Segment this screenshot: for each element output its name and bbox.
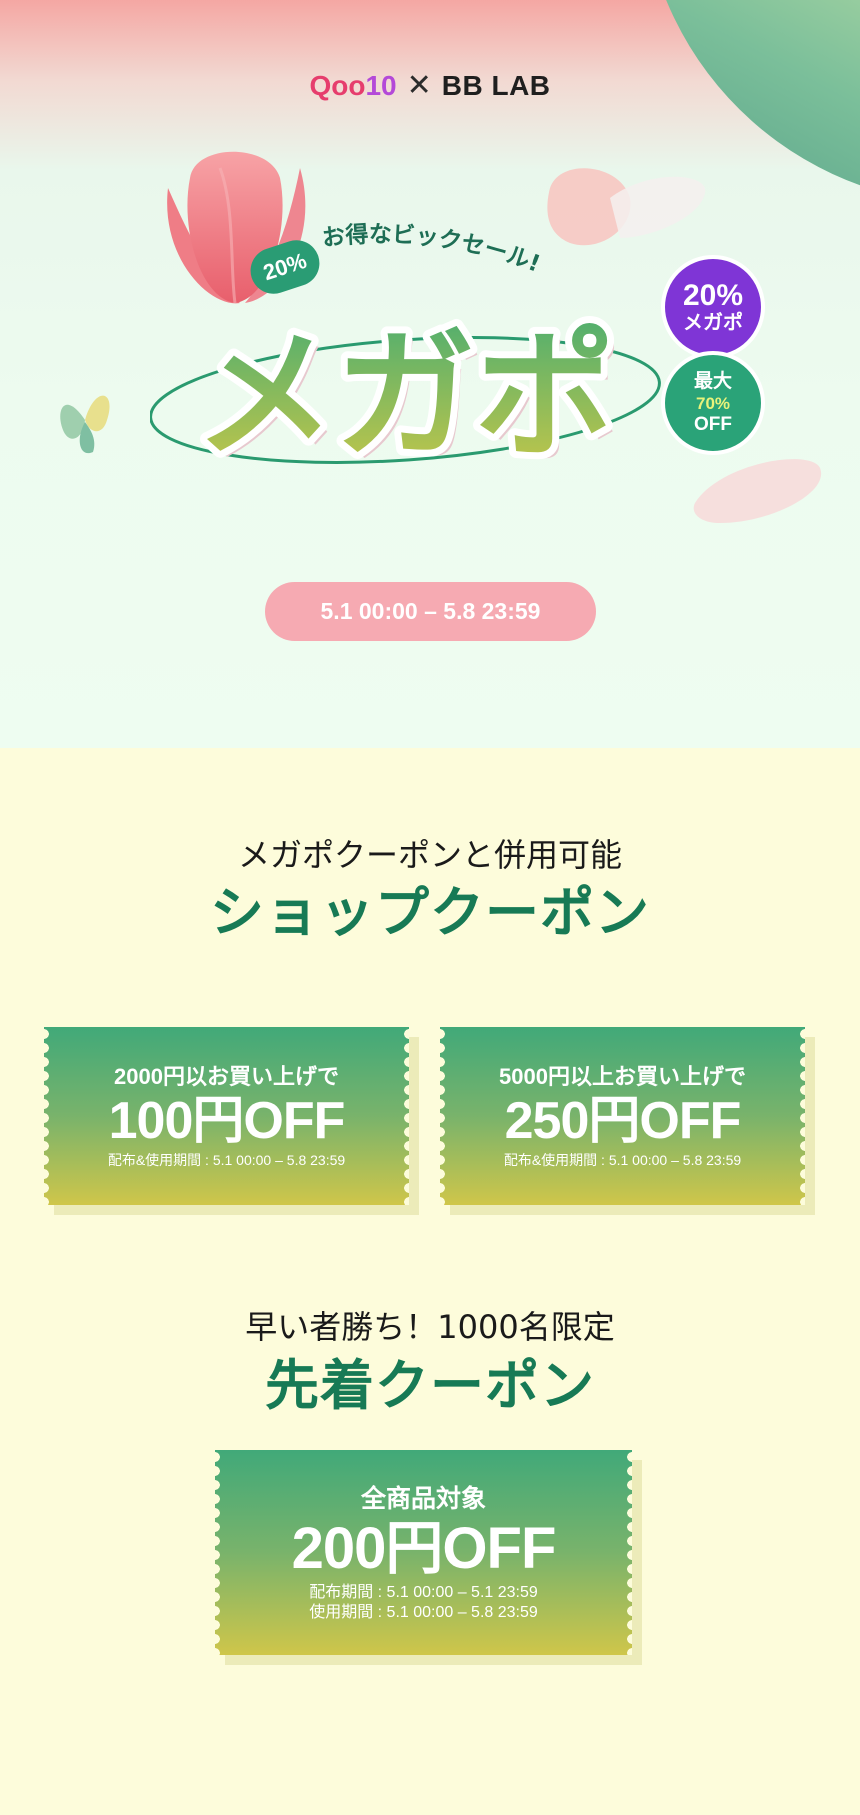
coupon-condition: 全商品対象 (360, 1484, 486, 1513)
bblab-logo: BB LAB (441, 69, 551, 101)
hero-banner: Qoo10 ✕ BB LAB 20% お得なビックセール! メガポ メガポ メガ… (0, 0, 860, 748)
sale-period-pill: 5.1 00:00 – 5.8 23:59 (265, 582, 596, 641)
coupon-card[interactable]: 5000円以上お買い上げで 250円OFF 配布&使用期間 : 5.1 00:0… (440, 1027, 815, 1215)
coupon-amount: 100円OFF (108, 1092, 346, 1150)
early-coupon-title: 先着クーポン (265, 1354, 595, 1417)
hero-subtitle: お得なビックセール! (321, 221, 544, 278)
shop-coupon-subtitle: メガポクーポンと併用可能 (237, 836, 622, 874)
early-coupon-header: 早い者勝ち！1000名限定 先着クーポン (0, 1305, 860, 1419)
qoo10-logo: Qoo10 (309, 69, 397, 101)
coupon-condition: 5000円以上お買い上げで (499, 1064, 746, 1089)
megapo-badge: 20% メガポ (661, 255, 765, 359)
coupon-card[interactable]: 2000円以お買い上げで 100円OFF 配布&使用期間 : 5.1 00:00… (44, 1027, 419, 1215)
shop-coupon-header: メガポクーポンと併用可能 ショップクーポン (0, 835, 860, 945)
coupon-ticket[interactable]: 全商品対象 200円OFF 配布期間 : 5.1 00:00 – 5.1 23:… (215, 1450, 632, 1655)
coupon-usage-period: 使用期間 : 5.1 00:00 – 5.8 23:59 (309, 1603, 538, 1621)
collab-cross-icon: ✕ (406, 69, 432, 102)
hero-title: メガポ メガポ メガポ (150, 308, 661, 480)
shop-coupon-title: ショップクーポン (210, 881, 650, 944)
coupon-ticket[interactable]: 2000円以お買い上げで 100円OFF 配布&使用期間 : 5.1 00:00… (44, 1027, 409, 1205)
coupon-period: 配布&使用期間 : 5.1 00:00 – 5.8 23:59 (503, 1152, 742, 1168)
coupon-amount: 200円OFF (291, 1515, 557, 1581)
coupon-section: メガポクーポンと併用可能 ショップクーポン 2000円以お買い上げで 100円O… (0, 748, 860, 1815)
coupon-amount: 250円OFF (504, 1092, 742, 1150)
coupon-card[interactable]: 全商品対象 200円OFF 配布期間 : 5.1 00:00 – 5.1 23:… (215, 1450, 642, 1665)
coupon-ticket[interactable]: 5000円以上お買い上げで 250円OFF 配布&使用期間 : 5.1 00:0… (440, 1027, 805, 1205)
svg-text:メガポ: メガポ (195, 315, 615, 478)
max-off-badge: 最大 70% OFF (661, 351, 765, 455)
butterfly-icon (60, 395, 110, 454)
coupon-distribution-period: 配布期間 : 5.1 00:00 – 5.1 23:59 (309, 1583, 538, 1601)
coupon-period: 配布&使用期間 : 5.1 00:00 – 5.8 23:59 (107, 1152, 346, 1168)
svg-text:お得なビックセール!: お得なビックセール! (321, 221, 544, 278)
brand-logos: Qoo10 ✕ BB LAB (0, 68, 860, 103)
early-coupon-subtitle: 早い者勝ち！1000名限定 (245, 1308, 615, 1346)
petal-icon (693, 459, 822, 523)
coupon-condition: 2000円以お買い上げで (114, 1064, 339, 1089)
